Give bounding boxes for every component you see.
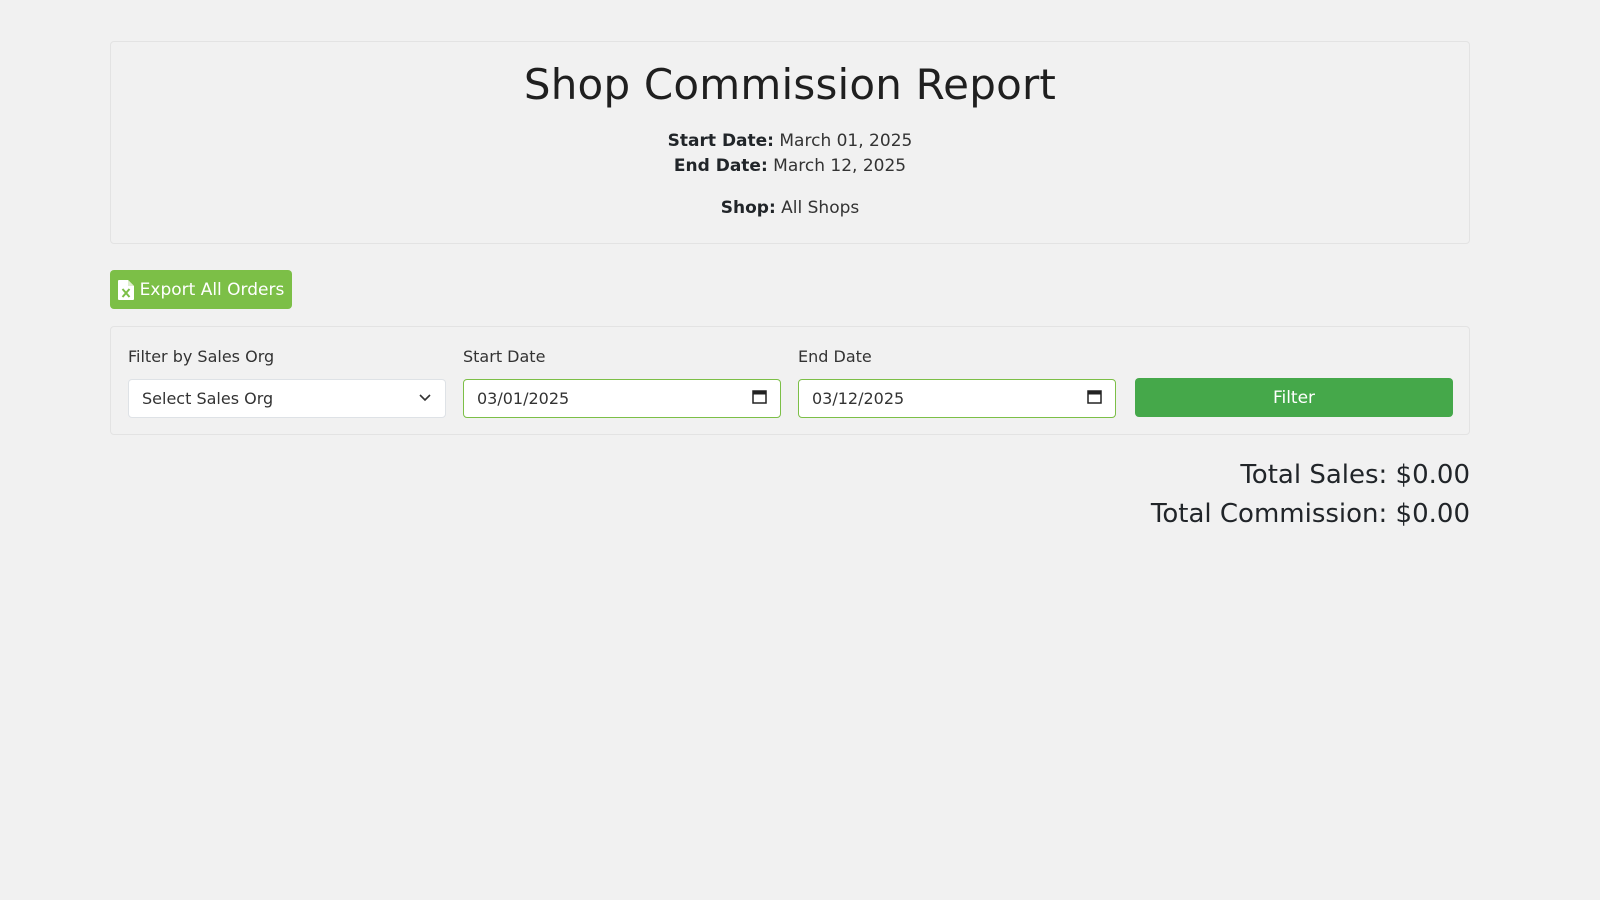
report-header: Shop Commission Report Start Date: March…: [110, 41, 1470, 244]
total-sales: Total Sales: $0.00: [1240, 460, 1470, 490]
filter-panel: Filter by Sales Org Select Sales Org Sta…: [110, 326, 1470, 435]
start-date-input-value: 03/01/2025: [477, 389, 570, 408]
shop-summary: Shop: All Shops: [111, 196, 1469, 221]
start-date-input[interactable]: 03/01/2025: [463, 379, 781, 418]
sales-org-select[interactable]: Select Sales Org: [128, 379, 446, 418]
end-date-summary-value: March 12, 2025: [773, 156, 907, 176]
end-date-input-value: 03/12/2025: [812, 389, 905, 408]
totals-summary: Total Sales: $0.00 Total Commission: $0.…: [1151, 456, 1470, 534]
end-date-summary-label: End Date:: [673, 156, 768, 176]
start-date-summary-value: March 01, 2025: [779, 131, 913, 151]
start-date-summary: Start Date: March 01, 2025: [111, 129, 1469, 154]
end-date-label: End Date: [798, 347, 872, 366]
end-date-input[interactable]: 03/12/2025: [798, 379, 1116, 418]
total-commission: Total Commission: $0.00: [1150, 499, 1470, 529]
end-date-filter: End Date 03/12/2025: [798, 347, 1116, 418]
start-date-filter: Start Date 03/01/2025: [463, 347, 781, 418]
export-all-orders-button[interactable]: Export All Orders: [110, 270, 292, 309]
sales-org-select-value: Select Sales Org: [142, 389, 274, 408]
excel-file-icon: [117, 279, 134, 300]
end-date-summary: End Date: March 12, 2025: [111, 154, 1469, 179]
sales-org-filter: Filter by Sales Org Select Sales Org: [128, 347, 446, 418]
chevron-down-icon: [418, 389, 432, 408]
start-date-summary-label: Start Date:: [667, 131, 774, 151]
export-all-orders-label: Export All Orders: [139, 279, 285, 300]
calendar-icon[interactable]: [752, 389, 767, 408]
shop-summary-label: Shop:: [720, 198, 776, 218]
filter-button[interactable]: Filter: [1135, 378, 1453, 417]
page-title: Shop Commission Report: [523, 60, 1057, 109]
sales-org-label: Filter by Sales Org: [128, 347, 275, 366]
shop-summary-value: All Shops: [781, 198, 860, 218]
calendar-icon[interactable]: [1087, 389, 1102, 408]
start-date-label: Start Date: [463, 347, 546, 366]
